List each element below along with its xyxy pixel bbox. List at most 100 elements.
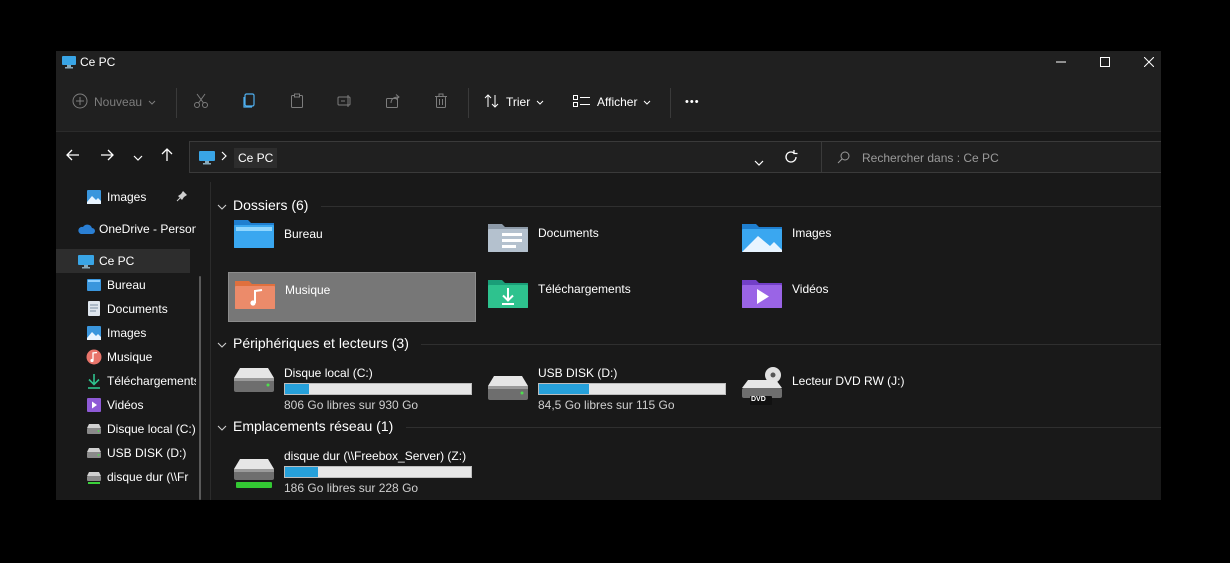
group-divider [406,427,1161,428]
new-button[interactable]: Nouveau [72,73,156,131]
paste-button[interactable] [289,73,305,131]
chevron-down-icon [217,418,233,434]
clipboard-icon [289,93,305,112]
close-button[interactable] [1126,51,1161,73]
desktop-icon [86,278,102,295]
images-folder-icon [740,220,784,260]
delete-button[interactable] [433,73,449,131]
sidebar-item-label: OneDrive - Person [99,222,196,236]
share-button[interactable] [385,73,401,131]
sidebar-item-desktop[interactable]: Bureau [56,273,196,297]
group-divider [421,344,1161,345]
network-drive-tile-z[interactable]: disque dur (\\Freebox_Server) (Z:) 186 G… [228,449,476,497]
sort-icon [484,93,500,112]
hard-drive-icon [486,374,530,407]
drive-name: Lecteur DVD RW (J:) [792,374,905,388]
view-button-label: Afficher [597,95,638,109]
pc-icon [61,55,77,74]
folder-tile-images[interactable]: Images [736,216,984,266]
sidebar-item-images[interactable]: Images [56,321,196,345]
breadcrumb-item[interactable]: Ce PC [234,148,278,168]
hard-drive-icon [232,366,276,399]
drive-name: disque dur (\\Freebox_Server) (Z:) [284,449,467,463]
music-folder-icon [233,277,277,317]
sidebar-item-label: Musique [107,350,153,364]
refresh-button[interactable] [784,150,798,169]
sidebar-item-label: Images [107,190,147,204]
sidebar-item-music[interactable]: Musique [56,345,196,369]
images-icon [86,325,102,344]
sort-button[interactable]: Trier [484,73,544,131]
sidebar-item-documents[interactable]: Documents [56,297,196,321]
minimize-button[interactable] [1038,51,1084,73]
cut-button[interactable] [193,73,209,131]
plus-circle-icon [72,93,88,112]
chevron-down-icon [217,197,233,213]
drive-free-space: 186 Go libres sur 228 Go [284,481,419,495]
drive-name: USB DISK (D:) [538,366,618,380]
maximize-button[interactable] [1082,51,1128,73]
group-header-network[interactable]: Emplacements réseau (1) [217,415,393,437]
sidebar-item-label: USB DISK (D:) [107,446,187,460]
command-bar: Nouveau Trier Afficher ••• [56,73,1161,132]
folder-tile-musique[interactable]: Musique [228,272,476,322]
sidebar-item-videos[interactable]: Vidéos [56,393,196,417]
drive-free-space: 84,5 Go libres sur 115 Go [538,398,675,412]
forward-button[interactable] [96,146,118,168]
sidebar-item-local-disk-c[interactable]: Disque local (C:) [56,417,196,441]
address-history-button[interactable] [754,153,764,171]
folder-label: Images [792,226,832,240]
view-icon [573,94,591,111]
sidebar-item-images-pinned[interactable]: Images [56,185,196,209]
sidebar-item-usb-disk-d[interactable]: USB DISK (D:) [56,441,196,465]
downloads-icon [87,373,101,392]
search-box[interactable]: Rechercher dans : Ce PC [821,141,1161,173]
folder-tile-telechargements[interactable]: Téléchargements [482,272,730,322]
recent-locations-button[interactable] [127,146,149,168]
drive-usage-fill [285,384,310,394]
downloads-folder-icon [486,276,530,316]
sidebar-item-this-pc[interactable]: Ce PC [56,249,190,273]
folder-label: Téléchargements [538,282,631,296]
group-header-devices[interactable]: Périphériques et lecteurs (3) [217,332,409,354]
toolbar-divider [468,88,469,118]
videos-icon [86,397,102,416]
sidebar-item-label: Disque local (C:) [107,422,196,436]
drive-tile-d[interactable]: USB DISK (D:) 84,5 Go libres sur 115 Go [482,366,730,414]
sidebar-scrollbar[interactable] [199,276,201,500]
new-button-label: Nouveau [94,95,143,109]
copy-button[interactable] [241,73,257,131]
more-options-button[interactable]: ••• [685,73,700,131]
window-title: Ce PC [80,55,116,69]
sidebar-item-onedrive[interactable]: OneDrive - Person [56,217,196,241]
pc-icon [77,254,95,272]
back-button[interactable] [62,146,84,168]
folder-label: Musique [285,283,331,297]
sidebar-item-downloads[interactable]: Téléchargements [56,369,196,393]
copy-icon [241,92,257,112]
address-bar[interactable]: Ce PC [189,141,863,173]
drive-icon [86,447,102,462]
group-header-folders[interactable]: Dossiers (6) [217,194,308,216]
up-button[interactable] [156,146,178,168]
dvd-drive-icon [740,366,786,411]
rename-button[interactable] [337,73,353,131]
documents-folder-icon [486,220,530,260]
drive-usage-fill [285,467,319,477]
images-icon [86,189,102,208]
sort-button-label: Trier [506,95,531,109]
documents-icon [87,300,101,320]
more-options-icon: ••• [685,96,700,108]
sidebar-item-network-drive-z[interactable]: disque dur (\\Fr [56,465,196,489]
content-pane: Dossiers (6) Bureau Documents Images Mus… [210,182,1161,500]
folder-tile-documents[interactable]: Documents [482,216,730,266]
title-bar: Ce PC [56,51,1161,73]
drive-usage-bar [284,466,472,478]
sidebar-item-label: Ce PC [99,254,135,268]
view-button[interactable]: Afficher [573,73,651,131]
file-explorer-window: Ce PC Nouveau Trier Afficher ••• Ce PC R… [56,51,1161,500]
folder-tile-videos[interactable]: Vidéos [736,272,984,322]
drive-icon [86,423,102,438]
onedrive-icon [77,224,95,238]
drive-tile-dvd[interactable]: DVD Lecteur DVD RW (J:) [736,366,984,414]
